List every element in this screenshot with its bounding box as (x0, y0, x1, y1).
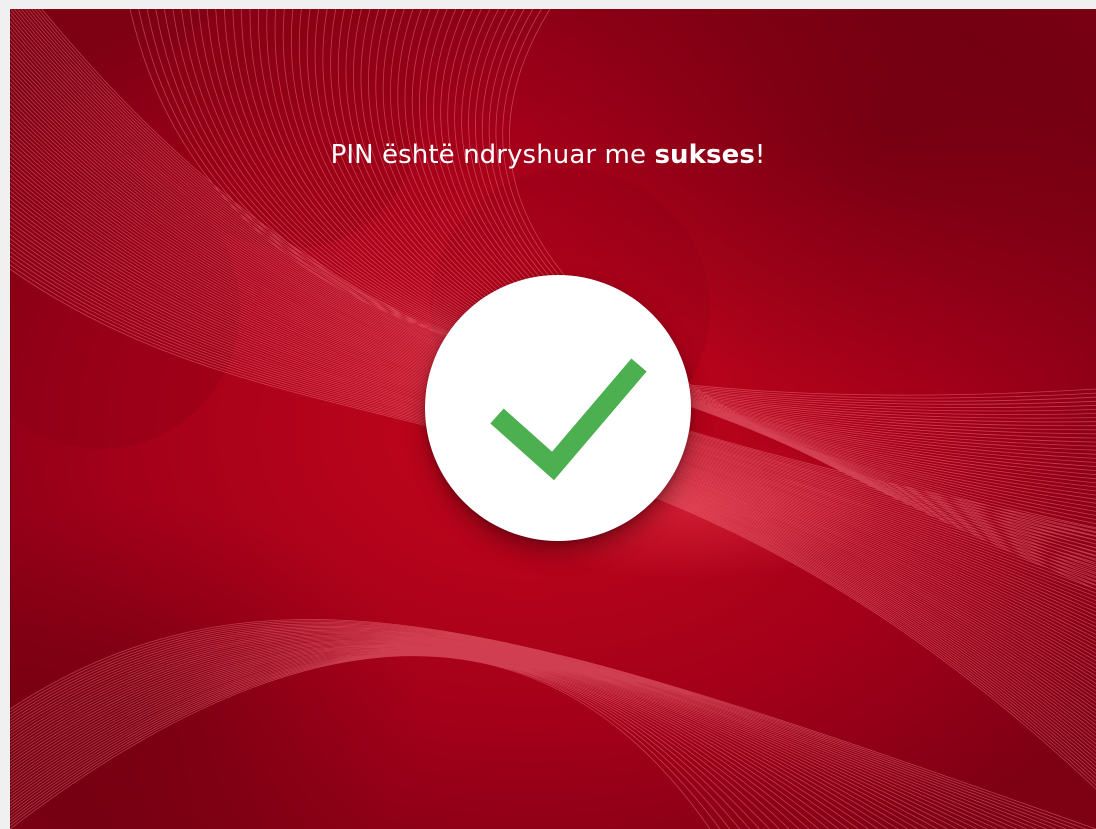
kiosk-window: PIN është ndryshuar me sukses! (0, 0, 1096, 829)
message-emphasis: sukses (654, 140, 755, 170)
success-message: PIN është ndryshuar me sukses! (10, 140, 1096, 170)
success-badge (425, 275, 691, 541)
success-screen: PIN është ndryshuar me sukses! (10, 9, 1096, 829)
checkmark-icon (490, 358, 647, 481)
message-prefix: PIN është ndryshuar me (330, 140, 655, 170)
message-suffix: ! (754, 140, 766, 170)
